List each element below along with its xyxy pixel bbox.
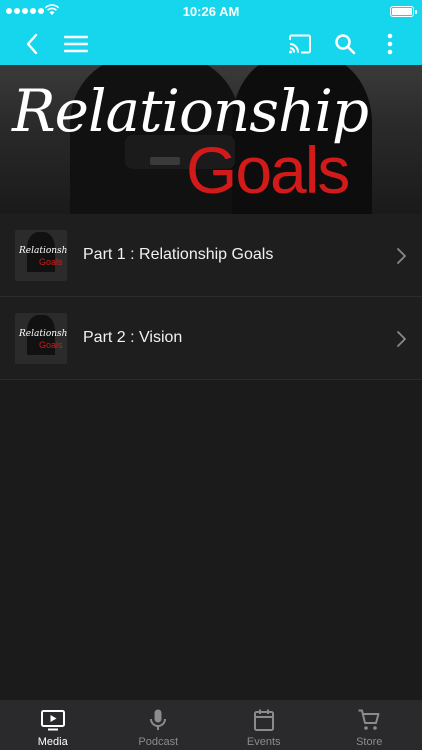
tab-label: Media bbox=[37, 736, 68, 748]
hero-banner: Relationship Goals bbox=[0, 65, 422, 214]
list-item-label: Part 2 : Vision bbox=[83, 329, 183, 346]
calendar-icon bbox=[251, 708, 277, 732]
battery-icon bbox=[390, 6, 417, 17]
toolbar bbox=[0, 22, 422, 65]
search-icon[interactable] bbox=[325, 22, 365, 65]
tab-label: Events bbox=[246, 736, 281, 748]
tv-play-icon bbox=[40, 708, 66, 732]
hero-title-line2: Goals bbox=[186, 133, 350, 207]
tab-store[interactable]: Store bbox=[317, 700, 422, 750]
tab-label: Podcast bbox=[138, 736, 179, 748]
list-item-label: Part 1 : Relationship Goals bbox=[83, 246, 274, 263]
hamburger-menu-icon[interactable] bbox=[56, 22, 96, 65]
empty-content-area bbox=[0, 380, 422, 700]
status-bar: 10:26 AM bbox=[0, 0, 422, 22]
chevron-right-icon bbox=[397, 331, 406, 347]
microphone-icon bbox=[145, 708, 171, 732]
list-item[interactable]: Relationship Goals Part 2 : Vision bbox=[0, 297, 422, 380]
tab-events[interactable]: Events bbox=[211, 700, 317, 750]
episode-thumbnail: Relationship Goals bbox=[15, 230, 67, 281]
cast-icon[interactable] bbox=[280, 22, 320, 65]
chevron-left-icon[interactable] bbox=[12, 22, 52, 65]
episode-thumbnail: Relationship Goals bbox=[15, 313, 67, 364]
list-item[interactable]: Relationship Goals Part 1 : Relationship… bbox=[0, 214, 422, 297]
media-list: Relationship Goals Part 1 : Relationship… bbox=[0, 214, 422, 380]
tab-podcast[interactable]: Podcast bbox=[106, 700, 212, 750]
tab-label: Store bbox=[356, 736, 383, 748]
status-time: 10:26 AM bbox=[182, 4, 240, 19]
hero-photo-detail bbox=[150, 157, 180, 165]
more-vertical-icon[interactable] bbox=[370, 22, 410, 65]
bottom-tab-bar: Media Podcast Events Store bbox=[0, 700, 422, 750]
tab-media[interactable]: Media bbox=[0, 700, 106, 750]
chevron-right-icon bbox=[397, 248, 406, 264]
cart-icon bbox=[356, 708, 382, 732]
